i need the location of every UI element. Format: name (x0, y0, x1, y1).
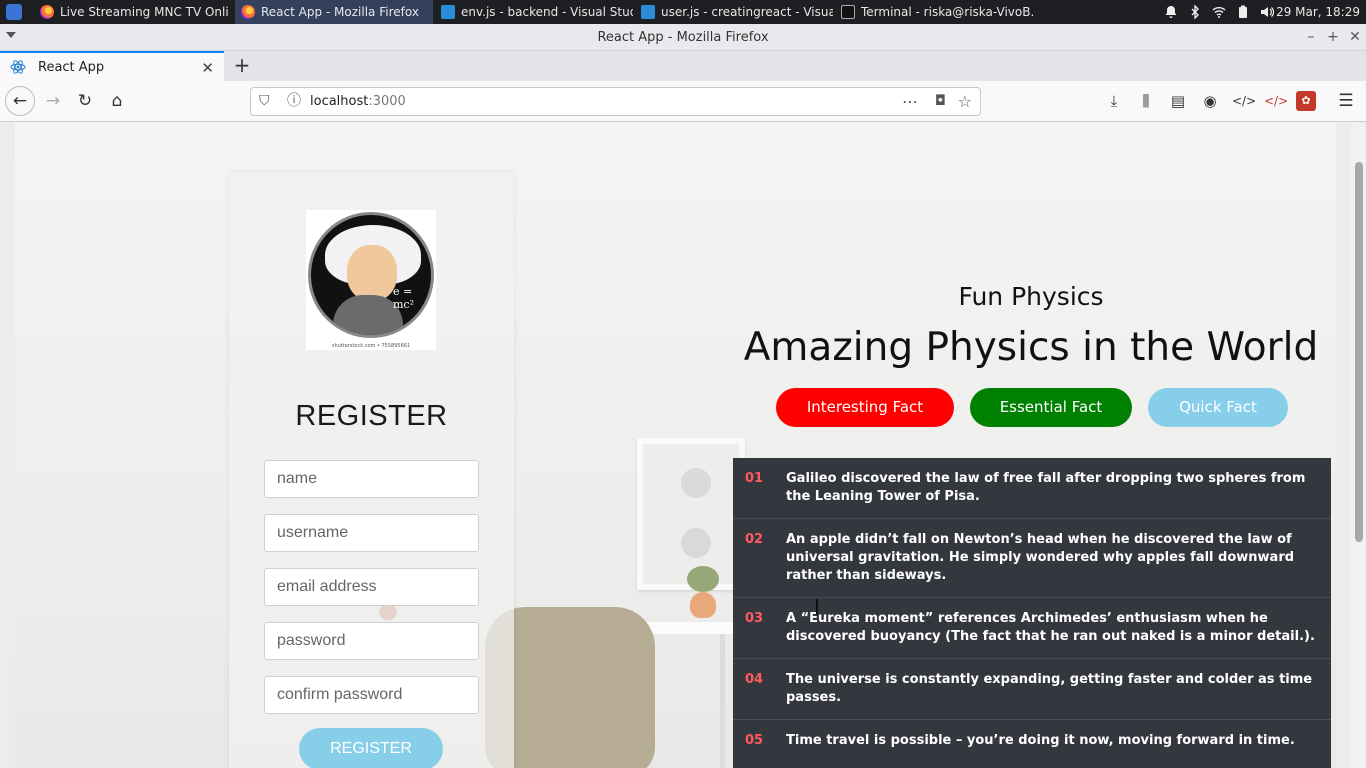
taskbar-item-label: user.js - creatingreact - Visua... (661, 5, 833, 19)
taskbar-item-label: Terminal - riska@riska-VivoB... (861, 5, 1035, 19)
fact-item: 02 An apple didn’t fall on Newton’s head… (733, 519, 1331, 598)
taskbar-item-label: env.js - backend - Visual Stud... (461, 5, 633, 19)
volume-icon[interactable] (1260, 5, 1274, 19)
plant-decor (687, 566, 719, 592)
taskbar-item-user-js[interactable]: user.js - creatingreact - Visua... (635, 0, 833, 24)
window-title-bar: React App - Mozilla Firefox – + ✕ (0, 24, 1366, 51)
sidebar-icon[interactable]: ▤ (1168, 91, 1188, 111)
devtools-icon[interactable]: </> (1232, 91, 1256, 111)
extension-icon[interactable]: ✿ (1296, 91, 1316, 111)
os-panel: Live Streaming MNC TV Onli... React App … (0, 0, 1366, 24)
einstein-logo: e = mc² shutterstock.com • 755895661 (306, 210, 436, 350)
notification-bell-icon[interactable] (1164, 5, 1178, 19)
back-button[interactable]: ← (5, 86, 35, 116)
page-scrollbar[interactable] (1351, 122, 1366, 768)
page-viewport: e = mc² shutterstock.com • 755895661 REG… (0, 122, 1366, 768)
page-actions-icon[interactable]: ⋯ (902, 88, 918, 115)
facts-list: 01 Galileo discovered the law of free fa… (733, 458, 1331, 768)
logo-caption: shutterstock.com • 755895661 (331, 343, 411, 349)
register-button[interactable]: REGISTER (299, 728, 443, 768)
taskbar-item-terminal[interactable]: Terminal - riska@riska-VivoB... (835, 0, 1035, 24)
interesting-fact-button[interactable]: Interesting Fact (776, 388, 954, 427)
new-tab-button[interactable]: + (230, 53, 254, 77)
fact-item: 04 The universe is constantly expanding,… (733, 659, 1331, 720)
fact-text: The universe is constantly expanding, ge… (786, 672, 1313, 705)
window-menu-icon[interactable] (6, 32, 16, 38)
username-input[interactable] (264, 514, 479, 552)
maximize-button[interactable]: + (1322, 24, 1344, 51)
wall-frame-decor (637, 438, 745, 590)
home-button[interactable]: ⌂ (103, 87, 131, 115)
firefox-icon (40, 5, 54, 19)
info-icon[interactable]: ⓘ (287, 88, 301, 115)
scrollbar-thumb[interactable] (1355, 162, 1363, 542)
fact-number: 04 (745, 672, 764, 687)
register-title: REGISTER (295, 400, 448, 432)
fact-item: 05 Time travel is possible – you’re doin… (733, 720, 1331, 768)
logo-equation: e = mc² (393, 285, 415, 311)
forward-button[interactable]: → (39, 87, 67, 115)
password-input[interactable] (264, 622, 479, 660)
minimize-button[interactable]: – (1300, 24, 1322, 51)
shield-icon[interactable]: ⛉ (259, 88, 270, 115)
library-icon[interactable]: ⫼ (1136, 91, 1156, 111)
essential-fact-button[interactable]: Essential Fact (970, 388, 1132, 427)
tab-strip: React App ✕ + (0, 51, 1366, 81)
nav-bar: ← → ↻ ⌂ ⛉ ⓘ localhost:3000 ⋯ ◘ ☆ ⤓ ⫼ ▤ ◉… (0, 81, 1366, 122)
bluetooth-icon[interactable] (1188, 5, 1202, 19)
url-text[interactable]: localhost:3000 (310, 88, 406, 115)
email-input[interactable] (264, 568, 479, 606)
pot-decor (690, 592, 716, 618)
fact-text: An apple didn’t fall on Newton’s head wh… (786, 532, 1295, 583)
clock[interactable]: 29 Mar, 18:29 (1276, 0, 1360, 24)
terminal-icon (841, 5, 855, 19)
taskbar-item-label: Live Streaming MNC TV Onli... (60, 5, 230, 19)
fact-number: 05 (745, 733, 764, 748)
battery-icon[interactable] (1236, 5, 1250, 19)
reload-button[interactable]: ↻ (71, 87, 99, 115)
tab-title: React App (38, 59, 105, 75)
downloads-icon[interactable]: ⤓ (1104, 91, 1124, 111)
extension-code-icon[interactable]: </> (1264, 91, 1288, 111)
taskbar-item-env-js[interactable]: env.js - backend - Visual Stud... (435, 0, 633, 24)
taskbar-item-react-app[interactable]: React App - Mozilla Firefox (235, 0, 433, 24)
fact-number: 02 (745, 532, 764, 547)
tab-react-app[interactable]: React App ✕ (0, 51, 224, 81)
taskbar-item-label: React App - Mozilla Firefox (261, 5, 419, 19)
wifi-icon[interactable] (1212, 5, 1226, 19)
close-window-button[interactable]: ✕ (1344, 24, 1366, 51)
fact-number: 03 (745, 611, 764, 626)
fact-text: Galileo discovered the law of free fall … (786, 471, 1306, 504)
pocket-icon[interactable]: ◘ (935, 88, 946, 115)
text-cursor-icon (816, 599, 818, 615)
app-menu-icon[interactable] (6, 4, 22, 20)
quick-fact-button[interactable]: Quick Fact (1148, 388, 1288, 427)
close-tab-icon[interactable]: ✕ (201, 59, 214, 77)
firefox-icon (241, 5, 255, 19)
vscode-icon (441, 5, 455, 19)
system-tray (1164, 0, 1274, 24)
fact-item: 03 A “Eureka moment” references Archimed… (733, 598, 1331, 659)
window-title: React App - Mozilla Firefox (597, 30, 769, 45)
hero-title: Amazing Physics in the World (743, 325, 1319, 370)
register-card: e = mc² shutterstock.com • 755895661 REG… (229, 172, 514, 768)
fact-item: 01 Galileo discovered the law of free fa… (733, 458, 1331, 519)
vscode-icon (641, 5, 655, 19)
taskbar-item-mnc-tv[interactable]: Live Streaming MNC TV Onli... (34, 0, 230, 24)
confirm-password-input[interactable] (264, 676, 479, 714)
account-icon[interactable]: ◉ (1200, 91, 1220, 111)
bookmark-star-icon[interactable]: ☆ (958, 88, 972, 115)
hero-subtitle: Fun Physics (958, 282, 1104, 311)
fact-text: A “Eureka moment” references Archimedes’… (786, 611, 1315, 644)
react-favicon-icon (10, 60, 26, 74)
url-bar[interactable]: ⛉ ⓘ localhost:3000 ⋯ ◘ ☆ (250, 87, 981, 116)
name-input[interactable] (264, 460, 479, 498)
fact-text: Time travel is possible – you’re doing i… (786, 733, 1295, 748)
fact-number: 01 (745, 471, 764, 486)
hamburger-menu-icon[interactable]: ☰ (1336, 91, 1356, 111)
